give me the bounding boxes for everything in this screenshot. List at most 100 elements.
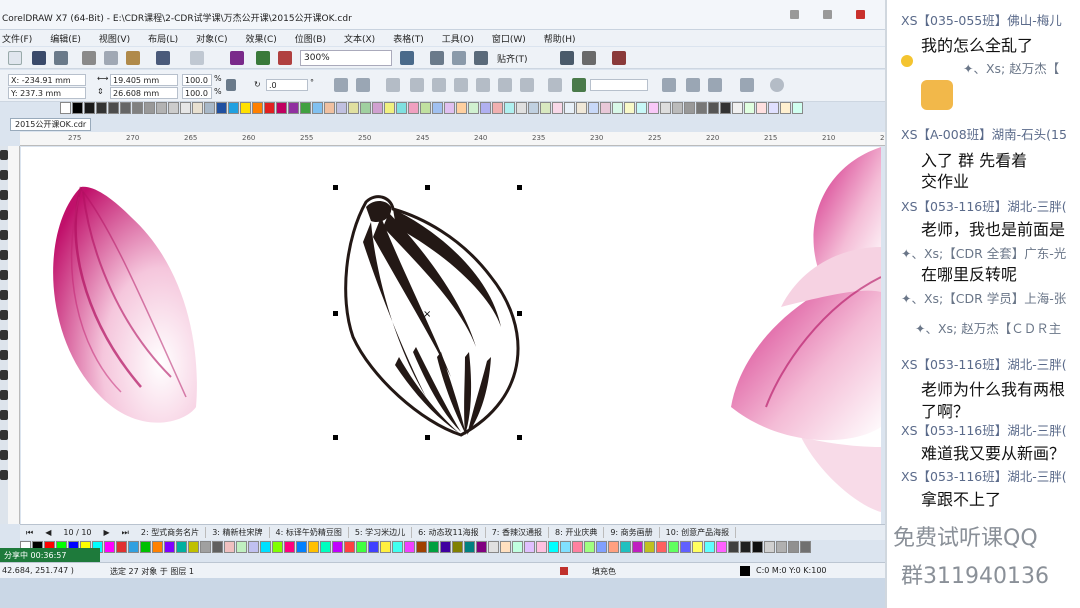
color-swatch[interactable] <box>528 102 539 114</box>
color-swatch[interactable] <box>260 541 271 553</box>
color-swatch[interactable] <box>96 102 107 114</box>
color-swatch[interactable] <box>240 102 251 114</box>
color-swatch[interactable] <box>392 541 403 553</box>
outline-color-swatch[interactable] <box>740 566 750 576</box>
horizontal-ruler[interactable]: 275 270 265 260 255 250 245 240 235 230 225 220 215 2… <box>20 132 885 146</box>
page-tab[interactable]: 8: 开业庆典 <box>549 527 605 538</box>
color-swatch[interactable] <box>800 541 811 553</box>
color-swatch[interactable] <box>300 102 311 114</box>
color-swatch[interactable] <box>716 541 727 553</box>
color-swatch[interactable] <box>188 541 199 553</box>
menu-item-8[interactable]: 表格(T) <box>393 32 424 45</box>
page-tab[interactable]: 6: 动态玫11海报 <box>412 527 486 538</box>
back-minus-front-icon[interactable] <box>520 78 534 92</box>
document-tab[interactable]: 2015公开课OK.cdr <box>10 118 92 131</box>
color-swatch[interactable] <box>344 541 355 553</box>
menu-item-1[interactable]: 编辑(E) <box>50 32 81 45</box>
color-swatch[interactable] <box>696 102 707 114</box>
color-swatch[interactable] <box>332 541 343 553</box>
combine-icon[interactable] <box>386 78 400 92</box>
color-swatch[interactable] <box>264 102 275 114</box>
color-swatch[interactable] <box>408 102 419 114</box>
shape-tool-icon[interactable] <box>0 170 8 180</box>
color-swatch[interactable] <box>312 102 323 114</box>
color-swatch[interactable] <box>120 102 131 114</box>
color-swatch[interactable] <box>708 102 719 114</box>
color-swatch[interactable] <box>504 102 515 114</box>
color-swatch[interactable] <box>276 102 287 114</box>
show-grid-icon[interactable] <box>452 51 466 65</box>
color-swatch[interactable] <box>500 541 511 553</box>
color-swatch[interactable] <box>368 541 379 553</box>
height-field[interactable]: 26.608 mm <box>110 87 178 99</box>
page-tab[interactable]: 7: 香辣汉通报 <box>486 527 550 538</box>
save-icon[interactable] <box>32 51 46 65</box>
pick-tool-icon[interactable] <box>0 150 8 160</box>
color-swatch[interactable] <box>656 541 667 553</box>
color-swatch[interactable] <box>624 102 635 114</box>
polygon-tool-icon[interactable] <box>0 310 8 320</box>
color-swatch[interactable] <box>380 541 391 553</box>
to-front-icon[interactable] <box>686 78 700 92</box>
paste-icon[interactable] <box>126 51 140 65</box>
color-swatch[interactable] <box>480 102 491 114</box>
text-tool-icon[interactable] <box>0 330 8 340</box>
y-position-field[interactable]: Y: 237.3 mm <box>8 87 86 99</box>
color-swatch[interactable] <box>272 541 283 553</box>
page-tab[interactable]: 3: 精新柱宋牌 <box>206 527 270 538</box>
color-swatch[interactable] <box>704 541 715 553</box>
color-swatch[interactable] <box>228 102 239 114</box>
transparency-tool-icon[interactable] <box>0 410 8 420</box>
mirror-vertical-icon[interactable] <box>356 78 370 92</box>
create-boundary-icon[interactable] <box>548 78 562 92</box>
color-swatch[interactable] <box>768 102 779 114</box>
color-swatch[interactable] <box>348 102 359 114</box>
drop-shadow-tool-icon[interactable] <box>0 390 8 400</box>
color-swatch[interactable] <box>524 541 535 553</box>
color-swatch[interactable] <box>336 102 347 114</box>
color-swatch[interactable] <box>104 541 115 553</box>
page-tab[interactable]: 2: 型式商务名片 <box>135 527 207 538</box>
color-swatch[interactable] <box>360 102 371 114</box>
color-swatch[interactable] <box>200 541 211 553</box>
color-swatch[interactable] <box>72 102 83 114</box>
vertical-ruler[interactable] <box>8 146 20 524</box>
color-swatch[interactable] <box>780 102 791 114</box>
color-swatch[interactable] <box>144 102 155 114</box>
color-swatch[interactable] <box>168 102 179 114</box>
color-swatch[interactable] <box>432 102 443 114</box>
menu-item-7[interactable]: 文本(X) <box>344 32 375 45</box>
color-swatch[interactable] <box>744 102 755 114</box>
color-swatch[interactable] <box>732 102 743 114</box>
cut-icon[interactable] <box>82 51 96 65</box>
drawing-canvas[interactable]: × <box>21 147 881 524</box>
color-swatch[interactable] <box>572 541 583 553</box>
front-minus-back-icon[interactable] <box>498 78 512 92</box>
color-swatch[interactable] <box>132 102 143 114</box>
menu-item-5[interactable]: 效果(C) <box>245 32 276 45</box>
color-swatch[interactable] <box>680 541 691 553</box>
color-swatch[interactable] <box>620 541 631 553</box>
close-button[interactable] <box>856 10 865 19</box>
color-swatch[interactable] <box>60 102 71 114</box>
freehand-tool-icon[interactable] <box>0 230 8 240</box>
launcher-dropdown-icon[interactable] <box>612 51 626 65</box>
color-swatch[interactable] <box>792 102 803 114</box>
show-guidelines-icon[interactable] <box>474 51 488 65</box>
color-swatch[interactable] <box>588 102 599 114</box>
color-swatch[interactable] <box>584 541 595 553</box>
outline-icon[interactable] <box>572 78 586 92</box>
x-position-field[interactable]: X: -234.91 mm <box>8 74 86 86</box>
color-swatch[interactable] <box>308 541 319 553</box>
color-swatch[interactable] <box>776 541 787 553</box>
color-swatch[interactable] <box>672 102 683 114</box>
color-swatch[interactable] <box>636 102 647 114</box>
new-document-icon[interactable] <box>8 51 22 65</box>
selected-petal-shape[interactable] <box>344 195 520 437</box>
color-swatch[interactable] <box>456 102 467 114</box>
menu-item-10[interactable]: 窗口(W) <box>492 32 526 45</box>
page-tab[interactable]: 9: 商务画册 <box>604 527 660 538</box>
color-swatch[interactable] <box>564 102 575 114</box>
color-swatch[interactable] <box>608 541 619 553</box>
page-tab[interactable]: 4: 标译午奶精豆图 <box>270 527 349 538</box>
